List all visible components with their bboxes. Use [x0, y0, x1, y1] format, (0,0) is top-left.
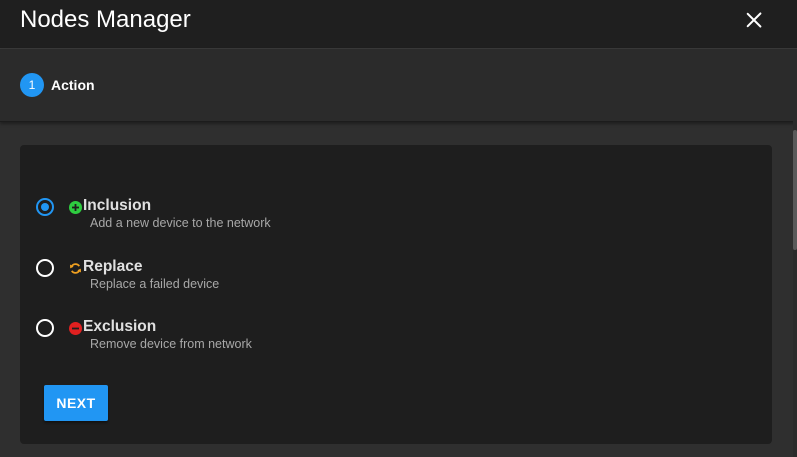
option-description-exclusion: Remove device from network: [90, 337, 252, 351]
close-icon[interactable]: [741, 7, 767, 33]
option-label-inclusion: Inclusion: [83, 197, 152, 214]
option-description-inclusion: Add a new device to the network: [90, 216, 271, 230]
nodes-manager-dialog: Nodes Manager 1 Action Inclusion Add a n…: [0, 0, 797, 457]
radio-exclusion[interactable]: [36, 319, 54, 337]
option-label-exclusion: Exclusion: [83, 318, 157, 335]
option-inclusion[interactable]: Inclusion Add a new device to the networ…: [36, 191, 436, 231]
option-label-replace: Replace: [83, 258, 143, 275]
option-exclusion[interactable]: Exclusion Remove device from network: [36, 312, 436, 352]
scrollbar-thumb[interactable]: [793, 130, 797, 250]
next-button[interactable]: NEXT: [44, 385, 108, 421]
option-description-replace: Replace a failed device: [90, 277, 220, 291]
scrollbar-track[interactable]: [793, 49, 797, 457]
dialog-title: Nodes Manager: [20, 6, 191, 33]
radio-replace[interactable]: [36, 259, 54, 277]
sync-icon: [70, 263, 81, 274]
minus-circle-icon: [69, 322, 82, 335]
option-replace[interactable]: Replace Replace a failed device: [36, 252, 436, 292]
dialog-header: Nodes Manager: [0, 0, 797, 49]
stepper: 1 Action: [0, 49, 797, 122]
step-label-action: Action: [51, 77, 95, 93]
action-options-card: Inclusion Add a new device to the networ…: [20, 145, 772, 444]
step-number-badge: 1: [20, 73, 44, 97]
plus-circle-icon: [69, 201, 82, 214]
radio-inclusion[interactable]: [36, 198, 54, 216]
